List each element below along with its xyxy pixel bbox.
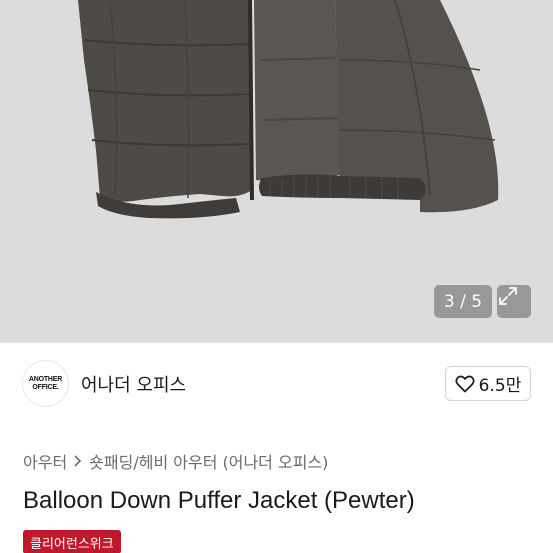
shop-logo-line1: ANOTHER — [28, 375, 63, 383]
heart-icon — [455, 375, 475, 392]
shop-logo-line2: OFFICE. — [32, 383, 59, 391]
product-image-gallery[interactable]: 3 / 5 — [0, 0, 553, 342]
breadcrumb: 아우터 숏패딩/헤비 아우터 (어나더 오피스) — [23, 449, 328, 473]
like-button[interactable]: 6.5만 — [445, 366, 531, 401]
like-count: 6.5만 — [478, 376, 522, 396]
sale-badge: 클리어런스위크 — [23, 530, 121, 553]
breadcrumb-category[interactable]: 숏패딩/헤비 아우터 (어나더 오피스) — [89, 449, 328, 473]
expand-icon — [499, 287, 517, 305]
chevron-right-icon — [74, 455, 82, 467]
divider — [0, 342, 553, 343]
shop-name[interactable]: 어나더 오피스 — [81, 371, 186, 397]
product-title: Balloon Down Puffer Jacket (Pewter) — [23, 487, 415, 514]
breadcrumb-outer[interactable]: 아우터 — [23, 449, 67, 473]
image-counter: 3 / 5 — [434, 285, 492, 318]
shop-row[interactable]: ANOTHER OFFICE. 어나더 오피스 6.5만 — [0, 355, 553, 411]
expand-button[interactable] — [497, 285, 531, 318]
shop-logo[interactable]: ANOTHER OFFICE. — [22, 360, 69, 407]
